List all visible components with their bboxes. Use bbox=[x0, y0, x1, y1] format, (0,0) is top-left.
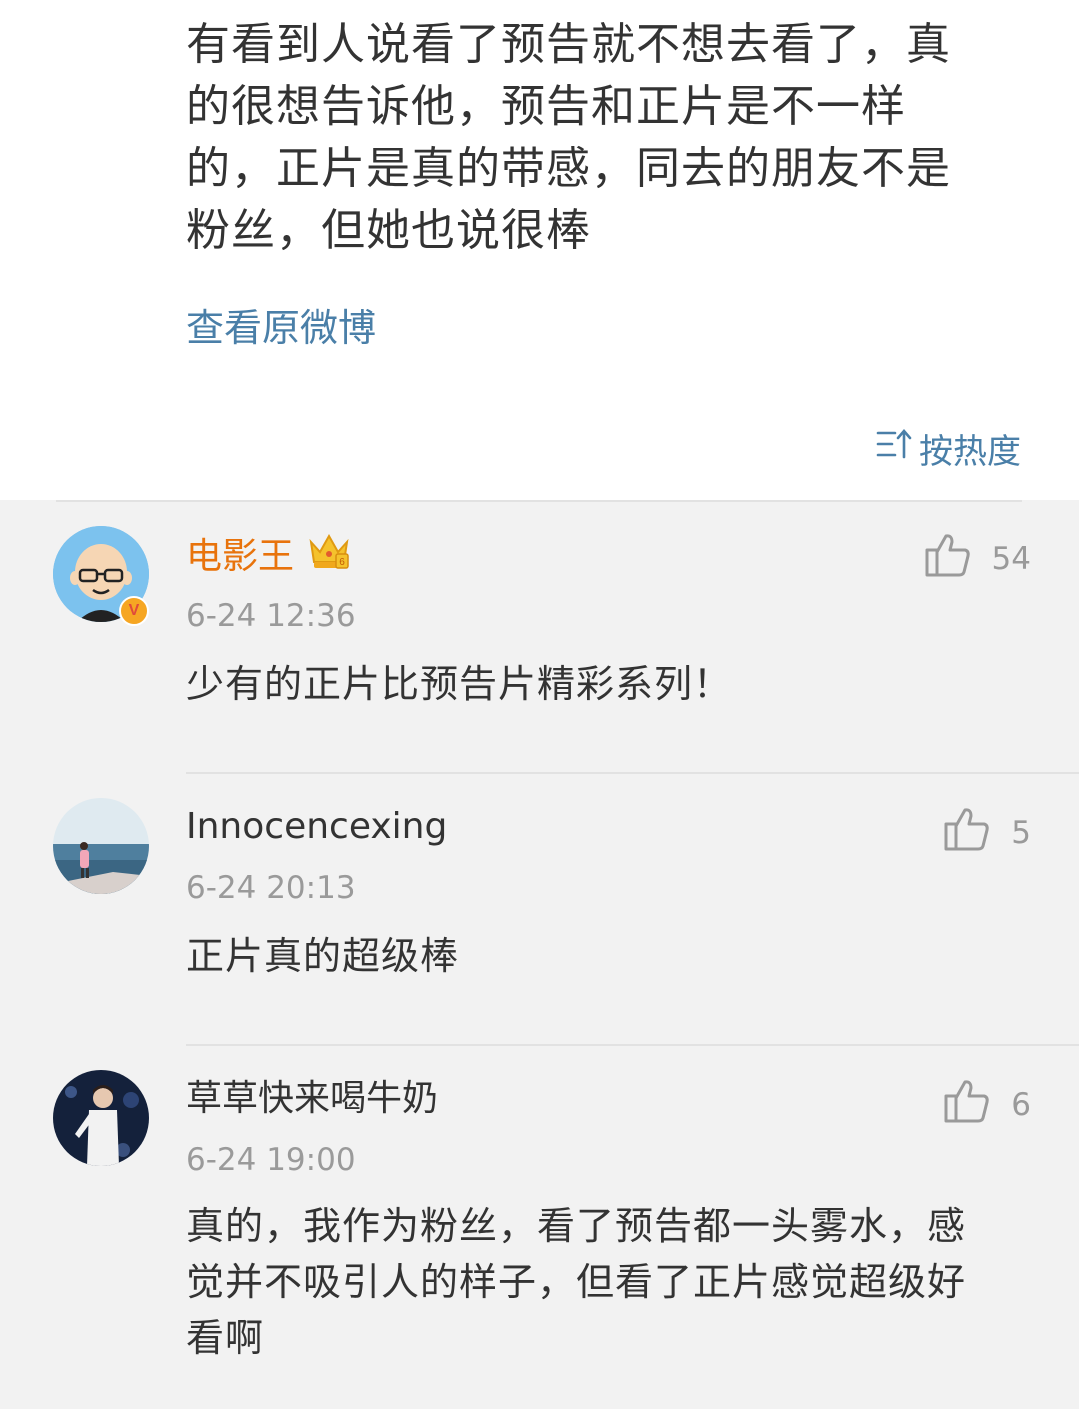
comment-text-line: 正片真的超级棒 bbox=[186, 934, 460, 978]
stage-performer-avatar-icon bbox=[53, 1070, 149, 1166]
comment-time: 6-24 12:36 bbox=[186, 598, 356, 634]
thumbs-up-icon bbox=[943, 1078, 991, 1132]
comment-text: 正片真的超级棒 bbox=[186, 928, 1036, 984]
comment-author[interactable]: 电影王 6 bbox=[186, 528, 352, 586]
comment-time: 6-24 19:00 bbox=[186, 1142, 356, 1178]
like-count: 5 bbox=[1011, 815, 1031, 851]
sort-label: 按热度 bbox=[919, 432, 1021, 472]
thumbs-up-icon bbox=[924, 532, 972, 586]
post-panel: 有看到人说看了预告就不想去看了，真 的很想告诉他，预告和正片是不一样 的，正片是… bbox=[0, 0, 1079, 500]
divider bbox=[186, 1044, 1079, 1046]
thumbs-up-icon bbox=[943, 806, 991, 860]
like-count: 54 bbox=[991, 541, 1031, 577]
crown-vip-icon: 6 bbox=[306, 528, 352, 586]
view-original-link[interactable]: 查看原微博 bbox=[186, 300, 376, 356]
divider bbox=[56, 500, 1022, 502]
sort-by-hot-button[interactable]: 按热度 bbox=[875, 424, 1021, 473]
comment-text-line: 少有的正片比预告片精彩系列！ bbox=[186, 662, 733, 706]
comment-text: 真的，我作为粉丝，看了预告都一头雾水，感 觉并不吸引人的样子，但看了正片感觉超级… bbox=[186, 1198, 1036, 1366]
divider bbox=[186, 772, 1079, 774]
post-text: 有看到人说看了预告就不想去看了，真 的很想告诉他，预告和正片是不一样 的，正片是… bbox=[186, 14, 1016, 262]
seaside-photo-avatar-icon bbox=[53, 798, 149, 894]
comment-text-line: 真的，我作为粉丝，看了预告都一头雾水，感 bbox=[186, 1204, 967, 1248]
post-text-line: 的，正片是真的带感，同去的朋友不是 bbox=[186, 143, 951, 194]
comment-author-name: 电影王 bbox=[186, 536, 295, 577]
sort-icon bbox=[875, 426, 913, 471]
svg-text:6: 6 bbox=[339, 557, 345, 568]
like-button[interactable]: 5 bbox=[943, 806, 1031, 860]
comment-author-name[interactable]: 草草快来喝牛奶 bbox=[186, 1074, 438, 1124]
comment-text-line: 觉并不吸引人的样子，但看了正片感觉超级好 bbox=[186, 1260, 967, 1304]
post-text-line: 有看到人说看了预告就不想去看了，真 bbox=[186, 19, 951, 70]
comment-author-name[interactable]: Innocencexing bbox=[186, 802, 447, 852]
like-button[interactable]: 6 bbox=[943, 1078, 1031, 1132]
verified-v-badge: V bbox=[119, 596, 149, 626]
post-text-line: 粉丝，但她也说很棒 bbox=[186, 205, 591, 256]
like-button[interactable]: 54 bbox=[924, 532, 1031, 586]
comment-time: 6-24 20:13 bbox=[186, 870, 356, 906]
avatar[interactable] bbox=[53, 1070, 149, 1166]
comment-text: 少有的正片比预告片精彩系列！ bbox=[186, 656, 1036, 712]
comment-text-line: 看啊 bbox=[186, 1316, 265, 1360]
like-count: 6 bbox=[1011, 1087, 1031, 1123]
avatar[interactable] bbox=[53, 798, 149, 894]
post-text-line: 的很想告诉他，预告和正片是不一样 bbox=[186, 81, 906, 132]
